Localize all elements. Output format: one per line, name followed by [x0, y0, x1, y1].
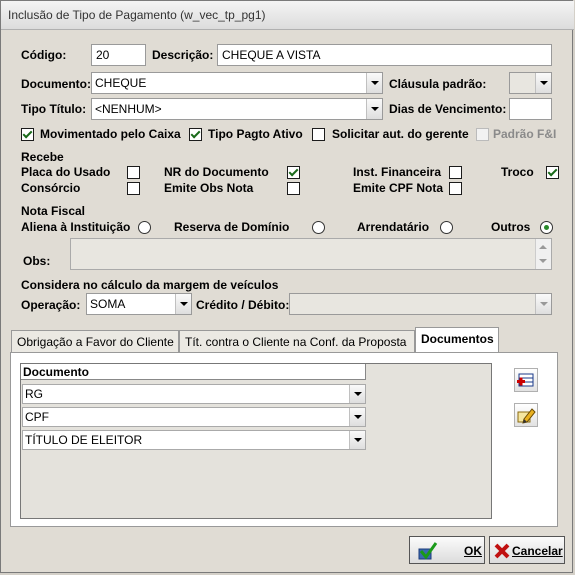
- tipo-titulo-label: Tipo Título:: [21, 102, 87, 116]
- tab-obrigacao[interactable]: Obrigação a Favor do Cliente: [11, 330, 179, 352]
- outros-radio[interactable]: [540, 221, 553, 234]
- movimentado-checkbox[interactable]: [21, 128, 34, 141]
- solicitar-checkbox[interactable]: [312, 128, 325, 141]
- cancel-x-icon: [494, 543, 510, 559]
- table-row[interactable]: TÍTULO DE ELEITOR: [22, 430, 366, 450]
- row-value: RG: [25, 387, 43, 401]
- scroll-down-icon[interactable]: [539, 259, 547, 263]
- descricao-field[interactable]: CHEQUE A VISTA: [217, 44, 552, 66]
- padrao-fi-label: Padrão F&I: [493, 127, 557, 141]
- ok-label: OK: [464, 544, 482, 558]
- tab-titulos-contra-cliente[interactable]: Tít. contra o Cliente na Conf. da Propos…: [179, 330, 415, 352]
- credito-debito-label: Crédito / Débito:: [196, 298, 290, 312]
- tipo-pagto-checkbox[interactable]: [189, 128, 202, 141]
- chevron-down-icon[interactable]: [349, 385, 365, 403]
- nr-documento-label: NR do Documento: [164, 165, 269, 179]
- grid-header-documento[interactable]: Documento: [21, 364, 366, 380]
- chevron-down-icon[interactable]: [349, 408, 365, 426]
- dias-vencimento-label: Dias de Vencimento:: [389, 102, 507, 116]
- recebe-title: Recebe: [21, 150, 64, 164]
- codigo-field[interactable]: 20: [91, 44, 146, 66]
- add-row-icon: [517, 373, 534, 387]
- row-value: CPF: [25, 410, 49, 424]
- clausula-label: Cláusula padrão:: [389, 77, 487, 91]
- codigo-label: Código:: [21, 48, 67, 62]
- arrendatario-radio[interactable]: [440, 221, 453, 234]
- movimentado-label: Movimentado pelo Caixa: [40, 127, 181, 141]
- documentos-grid: Documento RG CPF TÍTULO DE ELEITOR: [20, 363, 492, 519]
- ok-button[interactable]: OK: [409, 536, 485, 564]
- padrao-fi-checkbox[interactable]: [476, 128, 489, 141]
- emite-obs-label: Emite Obs Nota: [164, 181, 254, 195]
- consorcio-label: Consórcio: [21, 181, 81, 195]
- troco-label: Troco: [501, 165, 534, 179]
- tipo-pagto-label: Tipo Pagto Ativo: [208, 127, 303, 141]
- cancel-button[interactable]: Cancelar: [489, 536, 565, 564]
- operacao-select[interactable]: SOMA: [86, 293, 192, 315]
- documento-label: Documento:: [21, 77, 91, 91]
- edit-button[interactable]: [514, 403, 538, 427]
- chevron-down-icon[interactable]: [349, 431, 365, 449]
- emite-cpf-label: Emite CPF Nota: [353, 181, 444, 195]
- aliena-radio[interactable]: [138, 221, 151, 234]
- reserva-label: Reserva de Domínio: [174, 220, 290, 234]
- documentos-panel: Documento RG CPF TÍTULO DE ELEITOR: [10, 352, 558, 527]
- chevron-down-icon[interactable]: [535, 73, 551, 93]
- obs-label: Obs:: [23, 254, 51, 268]
- tipo-titulo-select[interactable]: <NENHUM>: [91, 98, 383, 120]
- chevron-down-icon[interactable]: [175, 294, 191, 314]
- placa-label: Placa do Usado: [21, 165, 111, 179]
- window-title: Inclusão de Tipo de Pagamento (w_vec_tp_…: [8, 8, 266, 22]
- chevron-down-icon[interactable]: [535, 294, 551, 314]
- chevron-down-icon[interactable]: [366, 73, 382, 93]
- consorcio-checkbox[interactable]: [127, 182, 140, 195]
- solicitar-label: Solicitar aut. do gerente: [332, 127, 469, 141]
- operacao-value: SOMA: [90, 297, 126, 311]
- table-row[interactable]: CPF: [22, 407, 366, 427]
- operacao-label: Operação:: [21, 298, 81, 312]
- dias-vencimento-field[interactable]: [509, 98, 552, 120]
- inst-financeira-label: Inst. Financeira: [353, 165, 442, 179]
- row-value: TÍTULO DE ELEITOR: [25, 433, 143, 447]
- clausula-select[interactable]: [509, 72, 552, 94]
- title-bar: Inclusão de Tipo de Pagamento (w_vec_tp_…: [1, 1, 574, 30]
- documento-select[interactable]: CHEQUE: [91, 72, 383, 94]
- tab-documentos[interactable]: Documentos: [415, 327, 499, 352]
- emite-cpf-checkbox[interactable]: [449, 182, 462, 195]
- inst-financeira-checkbox[interactable]: [449, 166, 462, 179]
- arrendatario-label: Arrendatário: [357, 220, 430, 234]
- obs-scrollbar[interactable]: [535, 239, 551, 269]
- aliena-label: Aliena à Instituição: [21, 220, 131, 234]
- reserva-radio[interactable]: [312, 221, 325, 234]
- tipo-titulo-value: <NENHUM>: [95, 102, 162, 116]
- nr-documento-checkbox[interactable]: [287, 166, 300, 179]
- cancel-label: Cancelar: [512, 544, 563, 558]
- chevron-down-icon[interactable]: [366, 99, 382, 119]
- edit-icon: [517, 408, 536, 424]
- nota-fiscal-title: Nota Fiscal: [21, 204, 86, 218]
- descricao-label: Descrição:: [152, 48, 214, 62]
- troco-checkbox[interactable]: [546, 166, 559, 179]
- ok-check-icon: [418, 542, 438, 560]
- documento-value: CHEQUE: [95, 76, 147, 90]
- emite-obs-checkbox[interactable]: [287, 182, 300, 195]
- placa-checkbox[interactable]: [127, 166, 140, 179]
- add-row-button[interactable]: [514, 368, 538, 392]
- margem-title: Considera no cálculo da margem de veícul…: [21, 278, 279, 292]
- credito-debito-select[interactable]: [289, 293, 552, 315]
- scroll-up-icon[interactable]: [539, 245, 547, 249]
- obs-field[interactable]: [70, 238, 552, 270]
- outros-label: Outros: [491, 220, 531, 234]
- dialog-window: Inclusão de Tipo de Pagamento (w_vec_tp_…: [0, 0, 574, 573]
- table-row[interactable]: RG: [22, 384, 366, 404]
